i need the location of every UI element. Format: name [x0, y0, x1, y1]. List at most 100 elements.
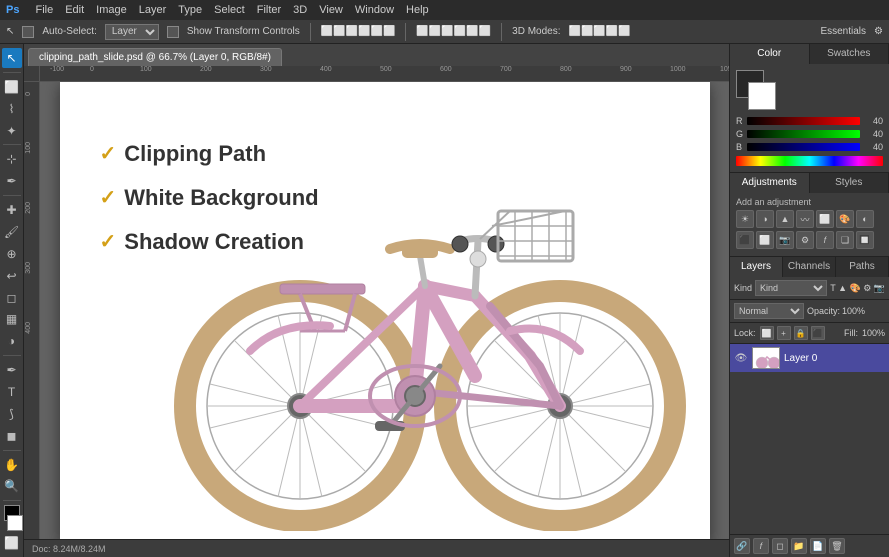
channel-g-slider[interactable] [747, 130, 860, 138]
fill-label: Fill: [844, 328, 858, 338]
tool-divider-1 [3, 72, 21, 73]
new-group-icon[interactable]: 📁 [791, 538, 807, 554]
adj-hue[interactable]: ◐ [856, 210, 874, 228]
new-layer-icon[interactable]: 📄 [810, 538, 826, 554]
lasso-tool[interactable]: ⌇ [2, 99, 22, 119]
adj-posterize[interactable]: 🔲 [856, 231, 874, 249]
menu-type[interactable]: Type [178, 4, 202, 16]
color-tab[interactable]: Color [730, 44, 810, 64]
menu-select[interactable]: Select [214, 4, 245, 16]
ruler-num-1050: 1050 [720, 66, 729, 73]
zoom-tool[interactable]: 🔍 [2, 476, 22, 496]
lock-all[interactable]: 🔒 [794, 326, 808, 340]
paths-tab[interactable]: Paths [836, 257, 889, 277]
adj-brightness[interactable]: ☀ [736, 210, 754, 228]
layer-thumbnail [752, 347, 780, 369]
menu-3d[interactable]: 3D [293, 4, 307, 16]
ruler-num-800: 800 [560, 66, 572, 73]
layers-lock-row: Lock: ⬜ + 🔒 ⬛ Fill: 100% [730, 323, 889, 344]
eraser-tool[interactable]: ◻ [2, 288, 22, 308]
path-tool[interactable]: ⟆ [2, 404, 22, 424]
channel-r-slider[interactable] [747, 117, 860, 125]
move-tool[interactable]: ↖ [2, 48, 22, 68]
menu-filter[interactable]: Filter [257, 4, 281, 16]
auto-select-dropdown[interactable]: Layer Group [105, 24, 159, 40]
color-area: R 40 G 40 B 40 [730, 64, 889, 172]
type-tool[interactable]: T [2, 382, 22, 402]
feature-text-1: Clipping Path [124, 141, 266, 167]
auto-select-label: Auto-Select: [42, 26, 96, 37]
adj-bw[interactable]: ⬜ [756, 231, 774, 249]
adj-colorbalance[interactable]: ⬛ [736, 231, 754, 249]
background-color[interactable] [748, 82, 776, 110]
adj-channelmixer[interactable]: ⚙ [796, 231, 814, 249]
auto-select-checkbox[interactable] [22, 26, 34, 38]
3d-icons: ⬜⬜⬜⬜⬜ [569, 26, 631, 37]
add-style-icon[interactable]: 𝑓 [753, 538, 769, 554]
adjustments-tab[interactable]: Adjustments [730, 173, 810, 193]
history-tool[interactable]: ↩ [2, 266, 22, 286]
quick-mask-tool[interactable]: ⬜ [2, 533, 22, 553]
v-ruler-container: 0 100 200 300 400 [24, 82, 39, 539]
dodge-tool[interactable]: ◑ [2, 331, 22, 351]
channel-b-value: 40 [863, 142, 883, 152]
lock-position[interactable]: + [777, 326, 791, 340]
layer-item-0[interactable]: 👁 Layer 0 [730, 344, 889, 372]
brush-tool[interactable]: 🖌 [2, 222, 22, 242]
clone-tool[interactable]: ⊕ [2, 244, 22, 264]
styles-tab[interactable]: Styles [810, 173, 889, 193]
layers-bottom-bar: 🔗 𝑓 ◻ 📁 📄 🗑 [730, 534, 889, 557]
color-spectrum[interactable] [736, 156, 883, 166]
channel-b-slider[interactable] [747, 143, 860, 151]
swatches-tab[interactable]: Swatches [810, 44, 889, 64]
crop-tool[interactable]: ⊹ [2, 149, 22, 169]
workspace-icon[interactable]: ⚙ [874, 26, 883, 37]
menu-bar: Ps File Edit Image Layer Type Select Fil… [0, 0, 889, 20]
feature-item-2: ✓ White Background [100, 185, 319, 211]
adj-photofilter[interactable]: 📷 [776, 231, 794, 249]
align-icons: ⬜⬜⬜⬜⬜⬜ [321, 26, 396, 37]
quick-select-tool[interactable]: ✦ [2, 121, 22, 141]
channels-tab[interactable]: Channels [783, 257, 836, 277]
transform-checkbox[interactable] [167, 26, 179, 38]
menu-edit[interactable]: Edit [65, 4, 84, 16]
canvas-scroll: 0 100 200 300 400 ✓ Clipping Path [24, 82, 729, 539]
adj-contrast[interactable]: ◑ [756, 210, 774, 228]
lock-pixels[interactable]: ⬜ [760, 326, 774, 340]
adj-icons-row1: ☀ ◑ ▲ 〰 ⬜ 🎨 ◐ [736, 210, 883, 228]
adj-invert[interactable]: ❏ [836, 231, 854, 249]
bg-color-swatch[interactable] [7, 515, 23, 531]
layer-visibility-toggle[interactable]: 👁 [734, 351, 748, 365]
channel-g-label: G [736, 129, 744, 139]
hand-tool[interactable]: ✋ [2, 455, 22, 475]
healing-tool[interactable]: ✚ [2, 200, 22, 220]
marquee-tool[interactable]: ⬜ [2, 77, 22, 97]
lock-artboard[interactable]: ⬛ [811, 326, 825, 340]
document-tab[interactable]: clipping_path_slide.psd @ 66.7% (Layer 0… [28, 48, 282, 66]
layer-mode-select[interactable]: Normal Multiply Screen [734, 303, 804, 319]
menu-file[interactable]: File [35, 4, 53, 16]
add-mask-icon[interactable]: ◻ [772, 538, 788, 554]
adj-exposure[interactable]: ⬜ [816, 210, 834, 228]
adj-levels[interactable]: ▲ [776, 210, 794, 228]
menu-help[interactable]: Help [406, 4, 429, 16]
pen-tool[interactable]: ✒ [2, 360, 22, 380]
adj-vibrance[interactable]: 🎨 [836, 210, 854, 228]
layer-kind-select[interactable]: Kind [755, 280, 827, 296]
menu-layer[interactable]: Layer [139, 4, 167, 16]
delete-layer-icon[interactable]: 🗑 [829, 538, 845, 554]
menu-window[interactable]: Window [355, 4, 394, 16]
adj-curves[interactable]: 〰 [796, 210, 814, 228]
menu-image[interactable]: Image [96, 4, 127, 16]
eyedropper-tool[interactable]: ✒ [2, 171, 22, 191]
menu-view[interactable]: View [319, 4, 343, 16]
shape-tool[interactable]: ◼ [2, 426, 22, 446]
canvas-document: ✓ Clipping Path ✓ White Background ✓ Sha… [60, 82, 710, 539]
layers-tab[interactable]: Layers [730, 257, 783, 277]
kind-label: Kind [734, 283, 752, 293]
adj-colorlookup[interactable]: 𝑓 [816, 231, 834, 249]
add-link-icon[interactable]: 🔗 [734, 538, 750, 554]
layer-name: Layer 0 [784, 353, 885, 364]
gradient-tool[interactable]: ▦ [2, 309, 22, 329]
canvas-viewport[interactable]: ✓ Clipping Path ✓ White Background ✓ Sha… [40, 82, 729, 539]
